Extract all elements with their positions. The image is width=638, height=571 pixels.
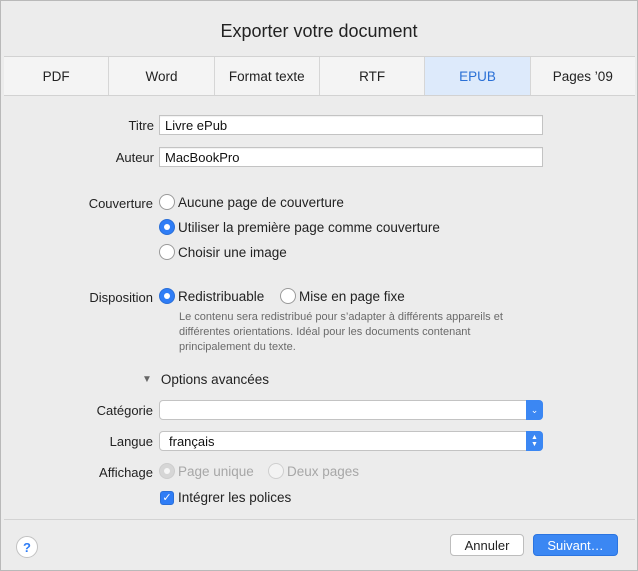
tab-pdf[interactable]: PDF bbox=[4, 57, 110, 95]
radio-button[interactable] bbox=[159, 194, 175, 210]
advanced-options-label: Options avancées bbox=[160, 372, 269, 387]
checkmark-icon[interactable]: ✓ bbox=[160, 490, 174, 505]
cover-label: Couverture bbox=[88, 196, 153, 211]
layout-help-text: Le contenu sera redistribué pour s’adapt… bbox=[179, 311, 503, 353]
title-input[interactable] bbox=[165, 118, 537, 133]
footer-divider bbox=[4, 519, 635, 520]
tab-rtf[interactable]: RTF bbox=[320, 57, 426, 95]
language-select[interactable]: français ▲ ▼ bbox=[159, 431, 543, 451]
radio-button[interactable] bbox=[159, 244, 175, 260]
tab-epub[interactable]: EPUB bbox=[425, 57, 531, 95]
format-tabs: PDF Word Format texte RTF EPUB Pages ’09 bbox=[4, 56, 635, 96]
embed-fonts-checkbox[interactable]: ✓ Intégrer les polices bbox=[160, 490, 291, 505]
title-label: Titre bbox=[128, 118, 154, 133]
dialog-title: Exporter votre document bbox=[220, 21, 418, 41]
display-option-two-pages-label: Deux pages bbox=[287, 463, 360, 479]
cover-option-first-page-label: Utiliser la première page comme couvertu… bbox=[178, 219, 440, 235]
radio-button-disabled-selected bbox=[159, 463, 175, 479]
layout-label: Disposition bbox=[89, 290, 153, 305]
display-option-single-page-label: Page unique bbox=[178, 463, 254, 479]
tab-word[interactable]: Word bbox=[109, 57, 215, 95]
layout-option-reflowable-label: Redistribuable bbox=[178, 288, 265, 304]
cover-option-first-page[interactable]: Utiliser la première page comme couvertu… bbox=[159, 219, 440, 235]
layout-option-reflowable[interactable]: Redistribuable bbox=[159, 288, 264, 304]
tab-format-texte[interactable]: Format texte bbox=[215, 57, 320, 95]
author-field[interactable] bbox=[159, 147, 543, 167]
chevron-down-icon[interactable]: ⌄ bbox=[526, 400, 543, 420]
advanced-options-toggle[interactable]: ▼ Options avancées bbox=[142, 372, 269, 387]
tab-pages-09[interactable]: Pages ’09 bbox=[531, 57, 635, 95]
export-dialog: Exporter votre document PDF Word Format … bbox=[0, 0, 638, 571]
author-label: Auteur bbox=[115, 150, 154, 165]
display-label: Affichage bbox=[99, 465, 153, 480]
cover-option-image-label: Choisir une image bbox=[178, 244, 287, 260]
cover-option-image[interactable]: Choisir une image bbox=[159, 244, 287, 260]
cover-option-none-label: Aucune page de couverture bbox=[178, 194, 344, 210]
up-down-chevron-icon[interactable]: ▲ ▼ bbox=[526, 431, 543, 451]
layout-option-fixed[interactable]: Mise en page fixe bbox=[280, 288, 405, 304]
radio-button[interactable] bbox=[280, 288, 296, 304]
radio-button-selected[interactable] bbox=[159, 288, 175, 304]
language-value: français bbox=[169, 434, 215, 449]
author-input[interactable] bbox=[165, 150, 537, 165]
cancel-button[interactable]: Annuler bbox=[450, 534, 524, 556]
title-field[interactable] bbox=[159, 115, 543, 135]
next-button[interactable]: Suivant… bbox=[533, 534, 618, 556]
radio-button-selected[interactable] bbox=[159, 219, 175, 235]
cover-option-none[interactable]: Aucune page de couverture bbox=[159, 194, 344, 210]
epub-options-panel: Titre Auteur Couverture Aucune page de c… bbox=[4, 96, 635, 519]
radio-button-disabled bbox=[268, 463, 284, 479]
embed-fonts-label: Intégrer les polices bbox=[178, 490, 292, 505]
display-option-two-pages: Deux pages bbox=[268, 463, 359, 479]
layout-option-fixed-label: Mise en page fixe bbox=[299, 288, 405, 304]
disclosure-triangle-down-icon[interactable]: ▼ bbox=[142, 374, 152, 385]
help-button[interactable]: ? bbox=[16, 536, 38, 558]
category-select[interactable]: ⌄ bbox=[159, 400, 543, 420]
display-option-single-page: Page unique bbox=[159, 463, 254, 479]
language-label: Langue bbox=[109, 434, 153, 449]
category-label: Catégorie bbox=[96, 403, 153, 418]
